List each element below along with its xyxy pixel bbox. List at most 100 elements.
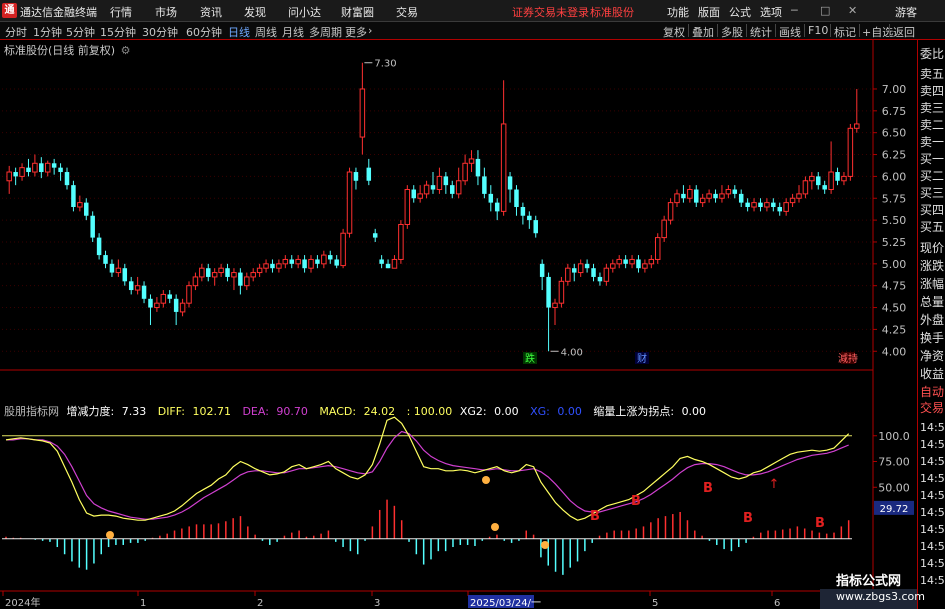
period-15min[interactable]: 15分钟 (100, 24, 136, 40)
auto-trade-button[interactable]: 自动交易 (920, 384, 945, 416)
candle-body (642, 263, 648, 269)
candle-body (854, 123, 860, 129)
candle-body (385, 263, 391, 269)
menu-layout[interactable]: 版面 (698, 4, 720, 20)
period-1min[interactable]: 1分钟 (33, 24, 62, 40)
period-60min[interactable]: 60分钟 (186, 24, 222, 40)
menu-wealth-circle[interactable]: 财富圈 (341, 4, 374, 20)
period-daily[interactable]: 日线 (228, 24, 250, 40)
login-warning[interactable]: 证券交易未登录 (512, 4, 589, 20)
period-multi[interactable]: 多周期 (309, 24, 342, 40)
indicator-name[interactable]: 股朋指标网 (4, 405, 59, 418)
menu-bar: 通 通达信金融终端 行情 市场 资讯 发现 问小达 财富圈 交易 证券交易未登录… (0, 0, 945, 22)
candle-body (572, 268, 577, 273)
side-item-sell2: 卖二 (920, 118, 945, 132)
menu-function[interactable]: 功能 (667, 4, 689, 20)
candle-body (520, 207, 526, 216)
stats-button[interactable]: 统计 (750, 24, 772, 40)
candle-body (500, 123, 507, 212)
candle-body (77, 202, 83, 208)
price-label: 6.00 (882, 170, 907, 183)
menu-formula[interactable]: 公式 (729, 4, 751, 20)
overlay-button[interactable]: 叠加 (692, 24, 714, 40)
watermark-title: 指标公式网 (836, 574, 902, 589)
period-timeshare[interactable]: 分时 (5, 24, 27, 40)
candle-body (308, 258, 314, 269)
tag-fall: 跌 (525, 352, 535, 365)
period-more[interactable]: 更多 (345, 24, 367, 40)
tick-time: 14:56 (920, 557, 945, 570)
candle-body (263, 263, 269, 269)
menu-hangqing[interactable]: 行情 (110, 4, 132, 20)
candle-body (783, 202, 789, 212)
close-icon[interactable]: ✕ (848, 4, 857, 17)
candle-body (231, 272, 237, 278)
ref-value: : 100.00 (406, 405, 453, 418)
menu-wenxiaoda[interactable]: 问小达 (288, 4, 321, 20)
candle-body (661, 219, 667, 239)
multi-stock-button[interactable]: 多股 (721, 24, 743, 40)
tick-time: 14:56 (920, 574, 945, 587)
candle-body (391, 258, 398, 269)
candle-body (706, 193, 712, 199)
candle-body (694, 189, 699, 203)
candle-body (58, 167, 63, 173)
period-monthly[interactable]: 月线 (282, 24, 304, 40)
turn-point-value: 缩量上涨为拐点: 0.00 (593, 405, 707, 418)
candle-body (450, 185, 455, 194)
period-5min[interactable]: 5分钟 (66, 24, 95, 40)
maximize-icon[interactable]: □ (820, 4, 830, 17)
candle-body (558, 280, 565, 304)
candle-body (475, 158, 481, 177)
candle-body (552, 302, 558, 309)
time-label: 3 (374, 598, 380, 609)
tick-time: 14:56 (920, 421, 945, 434)
candle-body (610, 263, 616, 269)
candle-body (423, 184, 430, 195)
candle-body (179, 302, 186, 313)
period-weekly[interactable]: 周线 (255, 24, 277, 40)
menu-market[interactable]: 市场 (155, 4, 177, 20)
candle-body (738, 193, 744, 203)
minimize-icon[interactable]: ─ (791, 4, 798, 17)
time-label: 5 (652, 598, 658, 609)
candle-body (321, 254, 327, 265)
time-label: 6 (774, 598, 780, 609)
candle-body (346, 171, 353, 234)
candle-body (84, 202, 89, 216)
chart-area[interactable]: 7.30 4.00 跌 财 減持 7.00 6.75 6.50 6.25 6.00 5.75 5.5… (0, 40, 917, 609)
f10-button[interactable]: F10 (808, 24, 828, 37)
candle-body (218, 267, 224, 274)
candle-body (636, 259, 641, 269)
dea-value: DEA: 90.70 (242, 405, 308, 418)
guest-label[interactable]: 游客 (895, 4, 917, 20)
menu-options[interactable]: 选项 (760, 4, 782, 20)
candle-body (134, 285, 141, 291)
menu-news[interactable]: 资讯 (200, 4, 222, 20)
candle-body (340, 232, 346, 267)
adjust-button[interactable]: 复权 (663, 24, 685, 40)
candle-body (199, 267, 205, 278)
candle-body (154, 302, 160, 309)
candle-body (796, 193, 802, 199)
period-30min[interactable]: 30分钟 (142, 24, 178, 40)
menu-discover[interactable]: 发现 (244, 4, 266, 20)
candle-body (809, 175, 815, 182)
buy-marker-b: B (703, 481, 713, 496)
side-item-change-pct: 涨幅 (920, 277, 945, 291)
candle-body (616, 258, 622, 265)
draw-line-button[interactable]: 画线 (779, 24, 801, 40)
mark-button[interactable]: 标记 (834, 24, 856, 40)
menu-trade[interactable]: 交易 (396, 4, 418, 20)
stock-name-title: 标准股份 (590, 6, 634, 19)
chevron-right-icon[interactable]: › (368, 24, 372, 37)
time-label: 2025/03/24/一 (470, 598, 541, 609)
candle-body (366, 167, 372, 181)
candle-body (822, 185, 827, 190)
candle-body (777, 207, 782, 212)
settings-gear-icon[interactable]: ⚙ (121, 44, 131, 57)
time-label: 2 (257, 598, 263, 609)
candle-body (270, 263, 275, 269)
side-item-buy2: 买二 (920, 169, 945, 183)
back-button[interactable]: 返回 (893, 24, 915, 40)
